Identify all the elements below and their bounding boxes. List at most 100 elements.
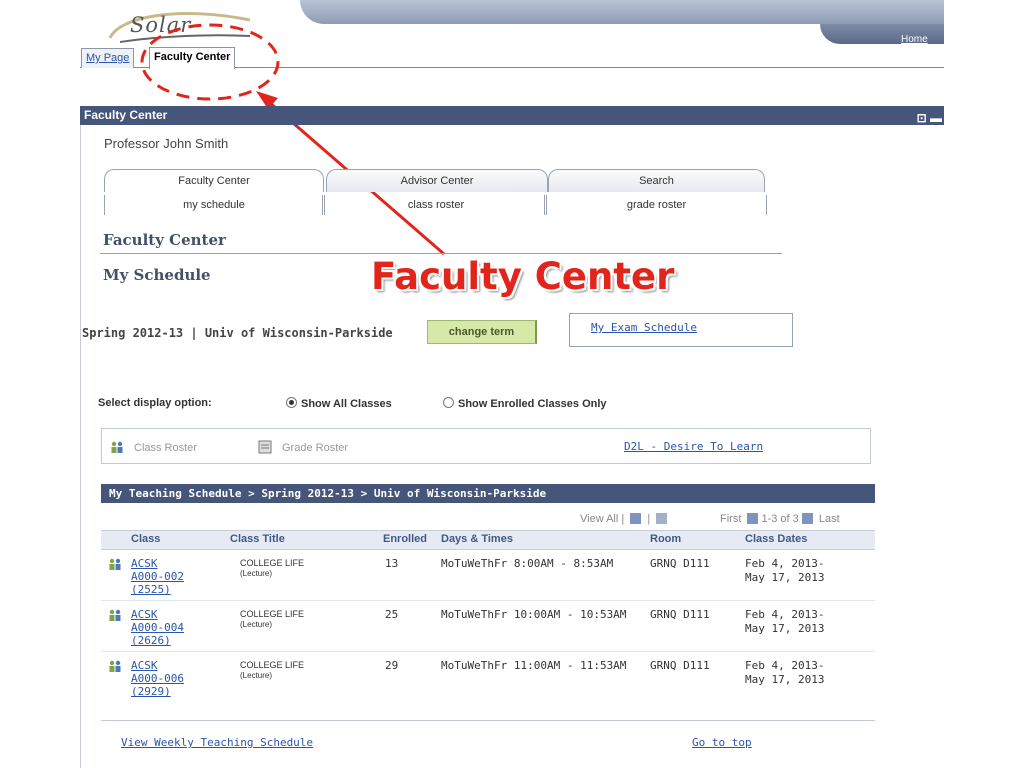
- class-number[interactable]: (2929): [131, 685, 171, 698]
- user-name: Professor John Smith: [104, 136, 229, 151]
- header-window-icons[interactable]: ⊡ ▬: [917, 109, 942, 128]
- radio-unselected-icon[interactable]: [443, 397, 454, 408]
- days-times: MoTuWeThFr 8:00AM - 8:53AM: [441, 557, 614, 570]
- pager: First 1-3 of 3 Last: [720, 513, 840, 525]
- dates-start: Feb 4, 2013-: [745, 608, 825, 621]
- class-number[interactable]: (2525): [131, 583, 171, 596]
- radio-selected-icon[interactable]: [286, 397, 297, 408]
- class-section[interactable]: A000-006: [131, 672, 184, 685]
- class-link[interactable]: ACSK A000-004 (2626): [131, 608, 184, 647]
- pager-first[interactable]: First: [720, 513, 741, 525]
- home-link[interactable]: Home: [901, 34, 928, 45]
- pager-last[interactable]: Last: [819, 513, 840, 525]
- view-all-control[interactable]: View All | |: [580, 513, 670, 525]
- schedule-title: My Teaching Schedule > Spring 2012-13 > …: [109, 487, 547, 500]
- col-enrolled: Enrolled: [383, 533, 428, 545]
- grade-roster-tool[interactable]: Grade Roster: [258, 440, 348, 454]
- dates-end: May 17, 2013: [745, 673, 825, 686]
- subtab-my-schedule[interactable]: my schedule: [104, 195, 323, 215]
- d2l-link[interactable]: D2L - Desire To Learn: [624, 440, 763, 453]
- class-roster-label: Class Roster: [134, 442, 197, 454]
- row-divider: [101, 651, 875, 652]
- exam-schedule-link[interactable]: My Exam Schedule: [591, 321, 697, 334]
- change-term-button[interactable]: change term: [427, 320, 537, 344]
- dates-end: May 17, 2013: [745, 571, 825, 584]
- class-roster-tool[interactable]: Class Roster: [110, 440, 197, 454]
- class-dates: Feb 4, 2013- May 17, 2013: [745, 659, 824, 687]
- left-border: [80, 125, 81, 768]
- class-code[interactable]: ACSK: [131, 557, 158, 570]
- grade-roster-label: Grade Roster: [282, 442, 349, 454]
- heading-rule: [100, 253, 782, 254]
- class-type: (Lecture): [240, 569, 273, 578]
- zoom-icon[interactable]: [630, 513, 642, 524]
- row-divider: [101, 600, 875, 601]
- annotation-ellipse: [140, 23, 280, 101]
- pager-range: 1-3 of 3: [761, 513, 799, 525]
- radio-show-all[interactable]: Show All Classes: [286, 397, 392, 410]
- dates-start: Feb 4, 2013-: [745, 659, 825, 672]
- page-title: My Schedule: [103, 266, 211, 284]
- enrolled-count: 25: [385, 608, 399, 621]
- tab-faculty-center-section[interactable]: Faculty Center: [104, 169, 324, 192]
- table-row: [108, 557, 122, 576]
- room: GRNQ D111: [650, 608, 710, 621]
- display-option-label: Select display option:: [98, 397, 212, 409]
- tab-search[interactable]: Search: [548, 169, 765, 192]
- class-dates: Feb 4, 2013- May 17, 2013: [745, 557, 824, 585]
- class-type: (Lecture): [240, 620, 273, 629]
- roster-icon[interactable]: [108, 608, 122, 622]
- class-number[interactable]: (2626): [131, 634, 171, 647]
- room: GRNQ D111: [650, 557, 710, 570]
- radio-show-enrolled-label: Show Enrolled Classes Only: [458, 398, 607, 410]
- col-class-title: Class Title: [230, 533, 285, 545]
- roster-icon[interactable]: [108, 659, 122, 673]
- subtab-class-roster[interactable]: class roster: [322, 195, 547, 215]
- tab-advisor-center[interactable]: Advisor Center: [326, 169, 548, 192]
- view-all-link[interactable]: View All: [580, 513, 618, 525]
- class-title: COLLEGE LIFE: [240, 660, 305, 670]
- prev-icon[interactable]: [747, 513, 759, 524]
- header-title: Faculty Center: [84, 108, 168, 122]
- roster-icon[interactable]: [108, 557, 122, 571]
- dates-end: May 17, 2013: [745, 622, 825, 635]
- radio-show-all-label: Show All Classes: [301, 398, 392, 410]
- grade-sheet-icon: [258, 440, 272, 454]
- class-dates: Feb 4, 2013- May 17, 2013: [745, 608, 824, 636]
- annotation-label: Faculty Center: [371, 255, 675, 298]
- class-code[interactable]: ACSK: [131, 608, 158, 621]
- section-heading: Faculty Center: [103, 231, 226, 249]
- dates-start: Feb 4, 2013-: [745, 557, 825, 570]
- days-times: MoTuWeThFr 10:00AM - 10:53AM: [441, 608, 627, 621]
- people-icon: [111, 441, 123, 453]
- room: GRNQ D111: [650, 659, 710, 672]
- table-bottom-rule: [101, 720, 875, 721]
- class-title: COLLEGE LIFE: [240, 609, 305, 619]
- col-class-dates: Class Dates: [745, 533, 808, 545]
- faculty-center-header: Faculty Center ⊡ ▬: [80, 106, 944, 125]
- col-days-times: Days & Times: [441, 533, 513, 545]
- class-link[interactable]: ACSK A000-006 (2929): [131, 659, 184, 698]
- class-title: COLLEGE LIFE: [240, 558, 305, 568]
- download-icon[interactable]: [656, 513, 668, 524]
- col-room: Room: [650, 533, 682, 545]
- class-code[interactable]: ACSK: [131, 659, 158, 672]
- go-to-top-link[interactable]: Go to top: [692, 736, 752, 749]
- next-icon[interactable]: [801, 513, 813, 524]
- term-label: Spring 2012-13 | Univ of Wisconsin-Parks…: [82, 326, 393, 340]
- class-link[interactable]: ACSK A000-002 (2525): [131, 557, 184, 596]
- table-row: [108, 659, 122, 678]
- class-section[interactable]: A000-002: [131, 570, 184, 583]
- schedule-title-bar: My Teaching Schedule > Spring 2012-13 > …: [101, 484, 875, 503]
- radio-show-enrolled[interactable]: Show Enrolled Classes Only: [443, 397, 607, 410]
- enrolled-count: 29: [385, 659, 399, 672]
- view-weekly-schedule-link[interactable]: View Weekly Teaching Schedule: [121, 736, 313, 749]
- subtab-grade-roster[interactable]: grade roster: [544, 195, 767, 215]
- enrolled-count: 13: [385, 557, 399, 570]
- class-section[interactable]: A000-004: [131, 621, 184, 634]
- days-times: MoTuWeThFr 11:00AM - 11:53AM: [441, 659, 627, 672]
- col-class: Class: [131, 533, 161, 545]
- table-row: [108, 608, 122, 627]
- tab-my-page[interactable]: My Page: [81, 48, 135, 68]
- class-type: (Lecture): [240, 671, 273, 680]
